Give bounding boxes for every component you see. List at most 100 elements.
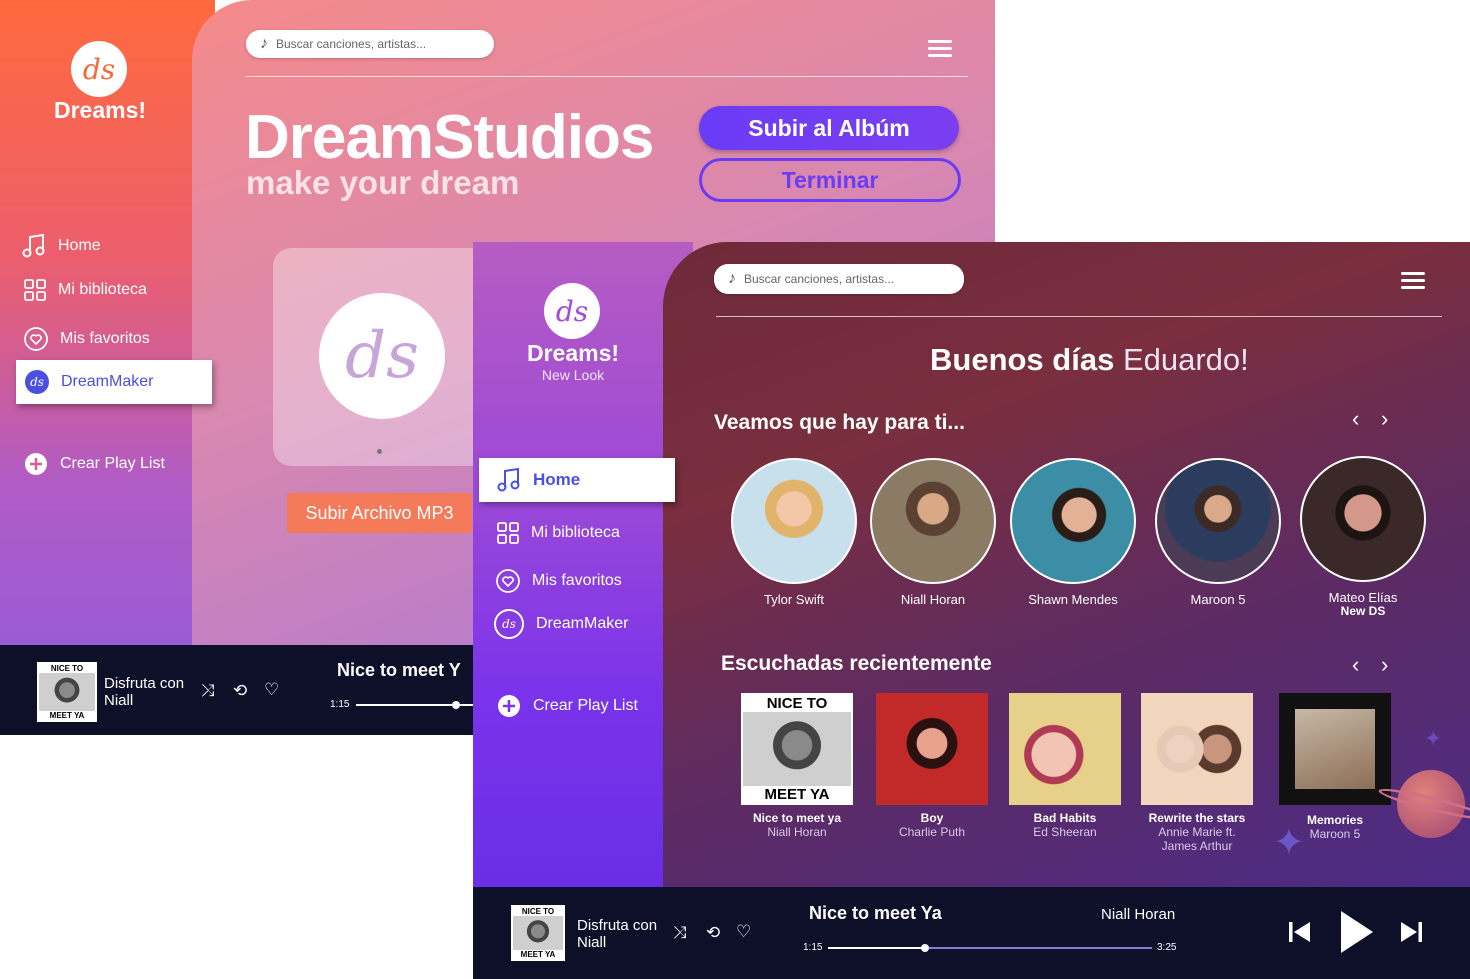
front-nav-dreammaker[interactable]: ds DreamMaker — [494, 609, 628, 639]
front-nav-library[interactable]: Mi biblioteca — [497, 522, 620, 544]
page-title: DreamStudios — [245, 103, 654, 172]
music-note-icon — [22, 233, 45, 258]
artist-card[interactable]: Maroon 5 — [1155, 458, 1281, 607]
caption-line2: Niall — [104, 692, 134, 709]
front-nav-home[interactable]: Home — [479, 458, 675, 502]
song-title: Boy — [920, 811, 944, 825]
caption-line2: Niall — [577, 934, 607, 951]
front-search-input[interactable]: ♪ Buscar canciones, artistas... — [714, 264, 964, 294]
song-artist: Annie Marie ft. James Arthur — [1158, 825, 1236, 853]
shuffle-icon[interactable]: ⤨ — [201, 681, 215, 701]
back-nav-favorites[interactable]: Mis favoritos — [24, 327, 150, 351]
hamburger-menu-icon[interactable] — [1401, 268, 1425, 293]
nav-label: Mis favoritos — [60, 330, 150, 347]
page-subtitle: make your dream — [246, 164, 520, 201]
cover-text-bottom: MEET YA — [39, 711, 95, 720]
repeat-icon[interactable]: ⟲ — [706, 923, 720, 943]
front-create-playlist[interactable]: Crear Play List — [497, 694, 638, 718]
brand-tagline: New Look — [541, 367, 605, 383]
header-divider — [246, 76, 968, 77]
music-note-icon: ♪ — [728, 270, 736, 287]
greeting-bold: Buenos días — [930, 342, 1115, 377]
brand-logo[interactable]: ds — [71, 41, 127, 97]
shuffle-icon[interactable]: ⤨ — [673, 923, 687, 943]
artist-name: Maroon 5 — [1190, 592, 1246, 607]
search-placeholder: Buscar canciones, artistas... — [744, 272, 895, 286]
artist-name: Tylor Swift — [764, 592, 824, 607]
artist-avatar — [1010, 458, 1136, 584]
hamburger-menu-icon[interactable] — [928, 36, 952, 61]
song-cover — [1141, 693, 1253, 805]
previous-track-icon[interactable] — [1288, 921, 1312, 943]
upload-album-button[interactable]: Subir al Albúm — [699, 106, 959, 150]
progress-bar[interactable] — [356, 704, 486, 706]
like-heart-icon[interactable]: ♡ — [264, 680, 279, 700]
progress-handle[interactable] — [921, 944, 930, 952]
chevron-right-icon[interactable]: › — [1381, 406, 1388, 432]
nav-label: DreamMaker — [536, 615, 629, 632]
nav-label: DreamMaker — [61, 373, 154, 390]
progress-handle[interactable] — [452, 701, 460, 709]
caption-line1: Disfruta con — [577, 917, 658, 934]
chevron-left-icon[interactable]: ‹ — [1352, 652, 1359, 678]
artist-avatar — [870, 458, 996, 584]
song-title: Nice to meet Ya — [809, 903, 942, 923]
artist-card[interactable]: Shawn Mendes — [1010, 458, 1136, 607]
chevron-right-icon[interactable]: › — [1381, 652, 1388, 678]
music-note-icon — [497, 467, 520, 492]
create-playlist-label: Crear Play List — [533, 697, 638, 714]
back-nav-library[interactable]: Mi biblioteca — [24, 279, 147, 301]
artist-avatar — [731, 458, 857, 584]
artist-avatar — [1155, 458, 1281, 584]
song-card[interactable]: Boy Charlie Puth — [875, 693, 989, 839]
back-search-input[interactable]: ♪ Buscar canciones, artistas... — [246, 30, 494, 58]
upload-mp3-button[interactable]: Subir Archivo MP3 — [287, 493, 472, 533]
play-icon[interactable] — [1339, 909, 1375, 955]
song-card[interactable]: Bad Habits Ed Sheeran — [1008, 693, 1122, 839]
brand-logo[interactable]: ds — [544, 283, 600, 339]
back-nav-home[interactable]: Home — [22, 233, 101, 259]
like-heart-icon[interactable]: ♡ — [736, 922, 751, 942]
song-artist: Ed Sheeran — [1033, 825, 1097, 839]
nav-label: Mi biblioteca — [58, 281, 147, 298]
plus-circle-icon — [25, 453, 47, 475]
next-track-icon[interactable] — [1399, 921, 1423, 943]
finish-button[interactable]: Terminar — [699, 158, 961, 202]
artist-name: Niall Horan — [900, 592, 966, 607]
brand-name: Dreams! — [526, 340, 620, 366]
heart-icon — [24, 327, 48, 351]
search-placeholder: Buscar canciones, artistas... — [276, 37, 427, 51]
now-playing-caption: Disfruta con Niall — [104, 675, 184, 709]
artist-avatar — [1300, 456, 1426, 582]
progress-bar[interactable] — [828, 947, 1152, 949]
song-card[interactable]: NICE TO MEET YA Nice to meet ya Niall Ho… — [740, 693, 854, 839]
artist-name: Mateo Elías — [1328, 590, 1398, 605]
song-card[interactable]: Rewrite the stars Annie Marie ft. James … — [1140, 693, 1254, 853]
section-title-recent: Escuchadas recientemente — [721, 652, 992, 675]
total-time: 3:25 — [1157, 942, 1177, 953]
song-card[interactable]: Memories Maroon 5 — [1278, 693, 1392, 841]
artist-name: Shawn Mendes — [1028, 592, 1118, 607]
elapsed-time: 1:15 — [803, 942, 823, 953]
create-playlist-label: Crear Play List — [60, 455, 165, 472]
greeting-name: Eduardo! — [1122, 342, 1249, 377]
now-playing-caption: Disfruta con Niall — [577, 917, 657, 951]
artist-card[interactable]: Niall Horan — [870, 458, 996, 607]
carousel-dot[interactable] — [377, 449, 382, 454]
chevron-left-icon[interactable]: ‹ — [1352, 406, 1359, 432]
upload-preview-card: ds — [273, 248, 493, 466]
song-artist: Charlie Puth — [898, 825, 966, 839]
greeting: Buenos días Eduardo! — [930, 342, 1249, 378]
now-playing-cover[interactable]: NICE TO MEET YA — [37, 662, 97, 722]
artist-card[interactable]: Mateo Elías New DS — [1300, 456, 1426, 617]
back-nav-dreammaker[interactable]: ds DreamMaker — [16, 360, 212, 404]
now-playing-cover[interactable]: NICE TO MEET YA — [511, 905, 565, 961]
back-create-playlist[interactable]: Crear Play List — [24, 452, 165, 476]
cover-text-bottom: MEET YA — [743, 786, 851, 803]
elapsed-time: 1:15 — [330, 699, 350, 710]
repeat-icon[interactable]: ⟲ — [233, 681, 247, 701]
artist-card[interactable]: Tylor Swift — [731, 458, 857, 607]
front-nav-favorites[interactable]: Mis favoritos — [496, 569, 622, 593]
song-title: Bad Habits — [1033, 811, 1097, 825]
logo-letters: ds — [82, 52, 116, 86]
